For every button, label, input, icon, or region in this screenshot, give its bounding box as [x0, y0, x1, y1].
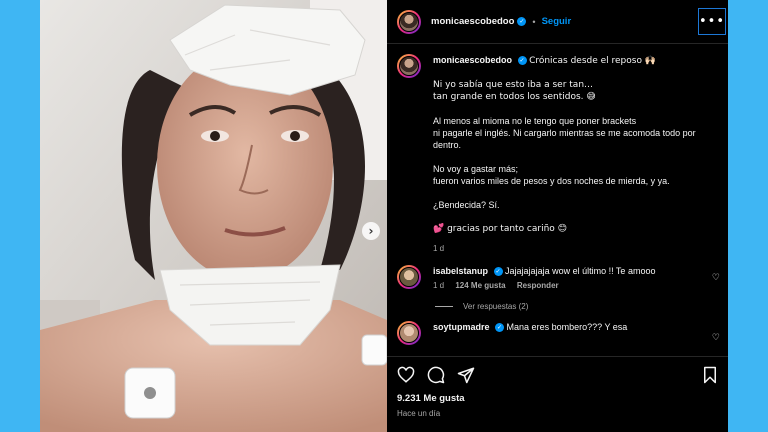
verified-badge-icon: ✓ [493, 267, 503, 277]
caption-first-line: Crónicas desde el reposo 🙌🏻 [529, 56, 657, 66]
avatar[interactable] [397, 265, 421, 289]
caption-paragraph: No voy a gastar más; fueron varios miles… [433, 164, 670, 186]
chevron-right-icon: › [368, 224, 374, 238]
caption-paragraph: ¿Bendecida? Sí. [433, 200, 500, 210]
verified-badge-icon: ✓ [517, 56, 527, 66]
caption-paragraph: Ni yo sabía que esto iba a ser tan… tan … [433, 80, 596, 102]
comment-text: Jajajajajaja wow el último !! Te amooo [505, 266, 656, 276]
separator-dot: • [532, 16, 536, 27]
header-username[interactable]: monicaescobedoo [431, 16, 514, 27]
comment-text: Mana eres bombero??? Y esa [506, 322, 628, 332]
comments-section[interactable]: monicaescobedoo ✓ Crónicas desde el repo… [387, 44, 728, 356]
share-icon[interactable] [457, 366, 475, 384]
view-replies-button[interactable]: Ver respuestas (2) [387, 292, 728, 311]
post-panel: monicaescobedoo ✓ • Seguir ••• monicaesc… [387, 0, 728, 432]
comment-item: soytupmadre ✓ Mana eres bombero??? Y esa… [387, 311, 728, 345]
like-comment-heart-icon[interactable]: ♡ [712, 273, 720, 283]
comment-username[interactable]: soytupmadre [433, 322, 490, 332]
post-header: monicaescobedoo ✓ • Seguir ••• [387, 0, 728, 44]
comment-likes[interactable]: 124 Me gusta [455, 281, 505, 290]
verified-badge-icon: ✓ [495, 323, 505, 333]
caption: monicaescobedoo ✓ Crónicas desde el repo… [387, 44, 728, 255]
avatar[interactable] [397, 9, 421, 34]
avatar[interactable] [397, 321, 421, 345]
action-bar [397, 363, 718, 387]
verified-badge-icon: ✓ [517, 17, 527, 26]
photo-illustration [40, 0, 387, 432]
bookmark-icon[interactable] [702, 366, 718, 384]
post-photo[interactable]: › [40, 0, 387, 432]
caption-paragraph: 💕 gracias por tanto cariño 😊 [433, 224, 568, 234]
replies-divider [435, 306, 453, 307]
caption-paragraph: Al menos al mioma no le tengo que poner … [433, 116, 696, 150]
caption-time: 1 d [433, 244, 445, 253]
post-modal: › monicaescobedoo ✓ • Seguir ••• monicae… [40, 0, 728, 432]
comment-username[interactable]: isabelstanup [433, 266, 488, 276]
comment-time: 1 d [433, 281, 445, 290]
heart-icon[interactable] [397, 366, 415, 384]
caption-username[interactable]: monicaescobedoo [433, 55, 512, 65]
comment-item: isabelstanup ✓ Jajajajajaja wow el últim… [387, 255, 728, 292]
next-photo-button[interactable]: › [362, 222, 380, 240]
more-options-button[interactable]: ••• [698, 8, 726, 35]
post-time: Hace un día [397, 409, 441, 418]
post-footer: 9.231 Me gusta Hace un día [387, 356, 728, 432]
more-icon: ••• [699, 14, 726, 29]
view-replies-label: Ver respuestas (2) [463, 302, 529, 311]
reply-button[interactable]: Responder [517, 281, 559, 290]
likes-count[interactable]: 9.231 Me gusta [397, 393, 718, 404]
avatar[interactable] [397, 54, 421, 78]
like-comment-heart-icon[interactable]: ♡ [712, 333, 720, 343]
follow-button[interactable]: Seguir [542, 16, 572, 27]
comment-icon[interactable] [427, 366, 445, 384]
